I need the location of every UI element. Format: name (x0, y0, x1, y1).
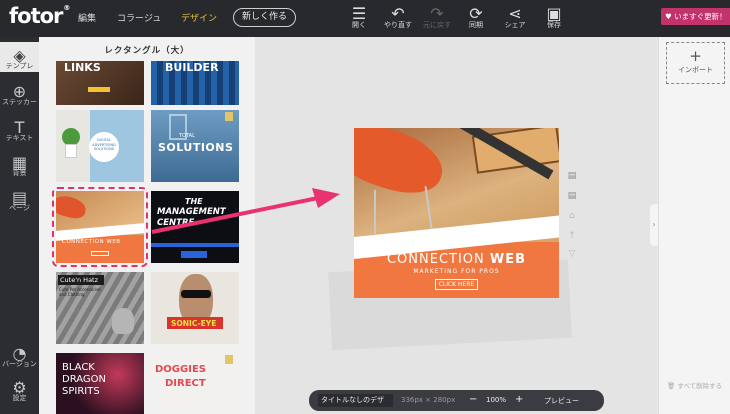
version-icon: ◔ (12, 344, 27, 363)
layers-icon: ◈ (13, 46, 26, 65)
fotor-logo[interactable]: fotor® (9, 4, 70, 28)
design-subtitle[interactable]: MARKETING FOR PROS (354, 268, 559, 275)
template-thumb[interactable]: THE MANAGEMENT CENTRE (151, 191, 239, 263)
menu-edit[interactable]: 編集 (78, 11, 96, 24)
note-icon[interactable]: ▤ (566, 190, 578, 202)
sidebar-item-templates[interactable]: ◈ テンプレ (0, 46, 39, 71)
delete-all-button[interactable]: 🗑 すべて削除する (667, 380, 729, 390)
hamburger-icon: ☰ (351, 4, 367, 23)
trash-icon: 🗑 (667, 382, 676, 390)
menu-collage[interactable]: コラージュ (117, 11, 161, 24)
template-thumb[interactable]: SONIC-EYE (151, 272, 239, 344)
template-thumb[interactable]: LINKS (56, 61, 144, 105)
design-cta[interactable]: CLICK HERE (435, 279, 478, 290)
import-button[interactable]: + インポート (666, 42, 725, 84)
template-thumb[interactable]: TOTAL SOLUTIONS (151, 110, 239, 182)
redo-button[interactable]: ↷ 元に戻す (420, 4, 454, 30)
lock-icon[interactable]: ⌂ (566, 210, 578, 222)
sync-icon: ⟳ (469, 4, 483, 23)
design-title[interactable]: CONNECTION WEB (354, 252, 559, 267)
sidebar-item-background[interactable]: ▦ 背景 (0, 153, 39, 178)
tool-sidebar: ◈ テンプレ ⊕ ステッカー T テキスト ▦ 背景 ▤ ページ ◔ バージョン ⚙ 設定 (0, 37, 39, 414)
template-thumb[interactable]: BUILDER (151, 61, 239, 105)
share-button[interactable]: ⋖ シェア (498, 4, 532, 30)
template-thumb[interactable]: BLACK DRAGON SPIRITS (56, 353, 144, 414)
sidebar-item-text[interactable]: T テキスト (0, 118, 39, 143)
save-icon: ▣ (546, 4, 562, 23)
top-bar: fotor® 編集 コラージュ デザイン 新しく作る ☰ 開く ↶ やり直す ↷ 元に… (0, 0, 730, 37)
zoom-out-button[interactable]: − (469, 394, 477, 405)
sticker-icon: ⊕ (12, 82, 27, 101)
fotor-app: fotor® 編集 コラージュ デザイン 新しく作る ☰ 開く ↶ やり直す ↷ 元に… (0, 0, 730, 414)
note-icon[interactable]: ▤ (566, 170, 578, 182)
sidebar-item-settings[interactable]: ⚙ 設定 (0, 378, 39, 403)
undo-button[interactable]: ↶ やり直す (381, 4, 415, 30)
sidebar-item-version[interactable]: ◔ バージョン (0, 344, 39, 369)
plus-icon: + (689, 47, 702, 65)
zoom-in-button[interactable]: + (515, 394, 523, 405)
undo-icon: ↶ (391, 4, 405, 23)
pages-icon: ▤ (11, 188, 28, 207)
gear-icon: ⚙ (12, 378, 27, 397)
new-button[interactable]: 新しく作る (233, 8, 296, 27)
collapse-right-panel[interactable]: › (650, 204, 658, 246)
arrow-up-icon[interactable]: ↑ (566, 230, 578, 242)
template-panel-title: レクタングル（大） (104, 46, 190, 56)
template-thumb[interactable]: DIGITAL ADVERTISING SOLUTIONS (56, 110, 144, 182)
filter-icon[interactable]: ▽ (566, 248, 578, 260)
template-thumb[interactable]: Cute'n Hatz Cute Pet Accessories and Clo… (56, 272, 144, 344)
redo-icon: ↷ (430, 4, 444, 23)
right-panel: + インポート 🗑 すべて削除する (658, 37, 730, 414)
document-title-field[interactable]: タイトルなしのデザ (318, 394, 393, 407)
canvas-dimensions: 336px × 280px (401, 396, 456, 404)
design-canvas[interactable]: CONNECTION WEB MARKETING FOR PROS CLICK … (354, 128, 559, 298)
text-icon: T (14, 118, 25, 137)
menu-design[interactable]: デザイン (181, 11, 217, 24)
selection-outline (52, 187, 148, 267)
template-panel: レクタングル（大） LINKS BUILDER DIGITAL ADVERTIS… (39, 37, 255, 414)
upgrade-button[interactable]: ♥ いますぐ更新！ (661, 8, 730, 25)
sync-button[interactable]: ⟳ 同期 (459, 4, 493, 30)
sidebar-item-stickers[interactable]: ⊕ ステッカー (0, 82, 39, 107)
share-icon: ⋖ (508, 4, 522, 23)
open-button[interactable]: ☰ 開く (342, 4, 376, 30)
sidebar-item-pages[interactable]: ▤ ページ (0, 188, 39, 213)
preview-button[interactable]: プレビュー (544, 396, 579, 406)
template-thumb[interactable]: DOGGIES DIRECT (151, 353, 239, 414)
save-button[interactable]: ▣ 保存 (537, 4, 571, 30)
background-icon: ▦ (11, 153, 28, 172)
status-bar: タイトルなしのデザ 336px × 280px − 100% + プレビュー (309, 390, 604, 411)
zoom-level: 100% (486, 396, 507, 404)
